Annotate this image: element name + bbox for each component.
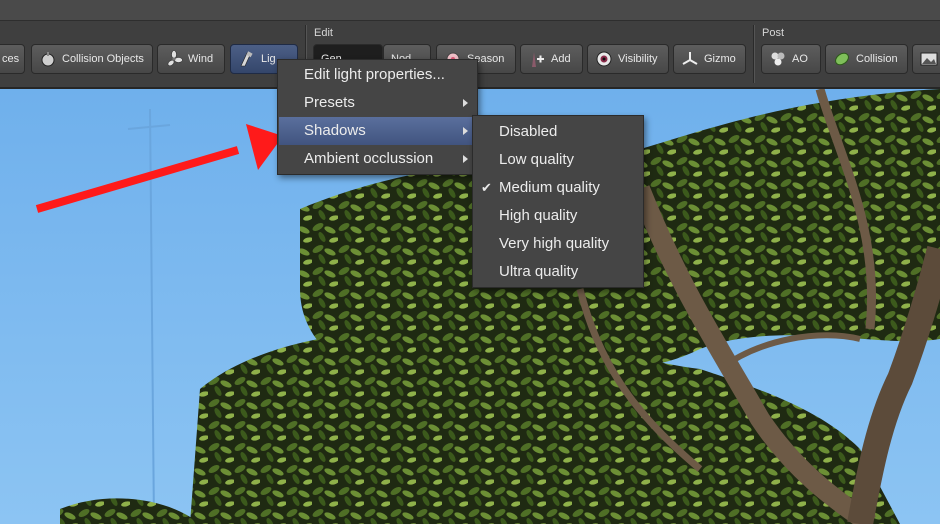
menu-item-shadows[interactable]: Shadows	[279, 117, 476, 145]
shadow-option-label: Ultra quality	[499, 263, 579, 280]
shadow-option-medium[interactable]: ✔ Medium quality	[474, 174, 642, 202]
submenu-arrow-icon	[463, 99, 468, 107]
menu-item-edit-light-properties[interactable]: Edit light properties...	[279, 61, 476, 89]
submenu-arrow-icon	[463, 155, 468, 163]
menu-item-label: Shadows	[304, 122, 366, 139]
menu-item-label: Ambient occlussion	[304, 150, 434, 167]
shadow-option-label: Disabled	[499, 123, 558, 140]
shadow-option-label: Low quality	[499, 151, 575, 168]
menu-item-label: Edit light properties...	[304, 66, 445, 83]
shadow-option-label: High quality	[499, 207, 578, 224]
checkmark-icon: ✔	[481, 180, 492, 195]
shadow-option-label: Very high quality	[499, 235, 610, 252]
shadow-option-low[interactable]: Low quality	[474, 146, 642, 174]
menu-item-presets[interactable]: Presets	[279, 89, 476, 117]
menu-item-label: Presets	[304, 94, 355, 111]
light-menu: Edit light properties... Presets Shadows…	[277, 59, 478, 175]
shadow-option-ultra[interactable]: Ultra quality	[474, 258, 642, 286]
shadow-option-high[interactable]: High quality	[474, 202, 642, 230]
menu-item-ambient-occlusion[interactable]: Ambient occlussion	[279, 145, 476, 173]
shadow-option-very-high[interactable]: Very high quality	[474, 230, 642, 258]
shadow-option-disabled[interactable]: Disabled	[474, 118, 642, 146]
shadow-option-label: Medium quality	[499, 179, 600, 196]
shadows-submenu: Disabled Low quality ✔ Medium quality Hi…	[472, 115, 644, 288]
submenu-arrow-icon	[463, 127, 468, 135]
